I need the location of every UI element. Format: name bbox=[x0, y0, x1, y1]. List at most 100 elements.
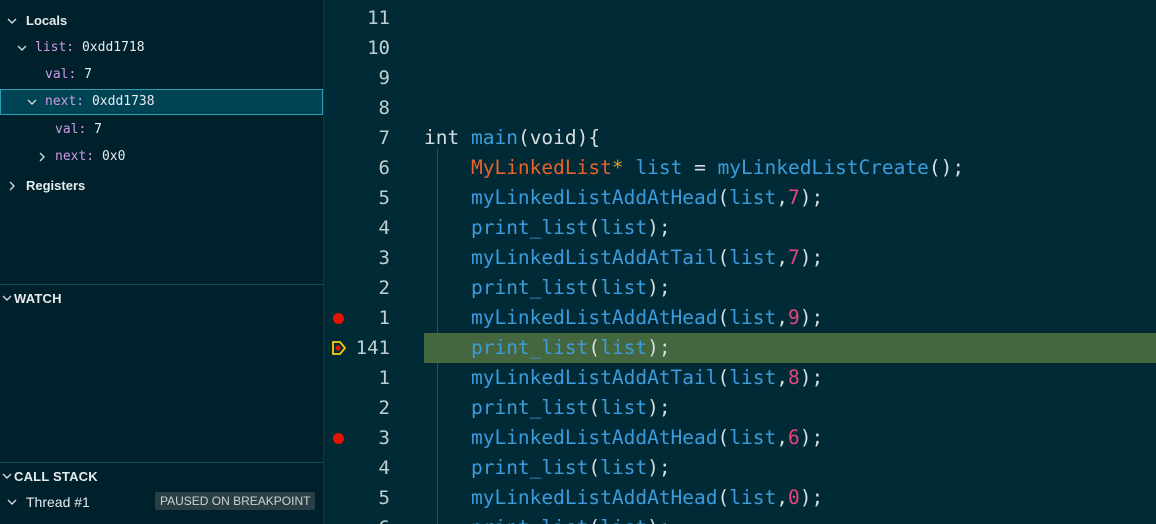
code-token: ); bbox=[799, 246, 824, 269]
code-token: myLinkedListAddAtHead bbox=[470, 306, 718, 329]
code-text[interactable]: myLinkedListAddAtHead(list,6); bbox=[424, 423, 823, 453]
line-number: 3 bbox=[378, 247, 390, 269]
code-text[interactable]: myLinkedListAddAtHead(list,0); bbox=[424, 483, 823, 513]
code-token: ); bbox=[647, 276, 671, 299]
watch-section-header[interactable]: WATCH bbox=[0, 284, 323, 310]
line-number: 6 bbox=[378, 157, 390, 179]
status-badge: PAUSED ON BREAKPOINT bbox=[155, 492, 316, 510]
code-token: print_list bbox=[470, 336, 589, 359]
code-token: list bbox=[600, 396, 648, 419]
variable-row-next-selected[interactable]: next: 0xdd1738 bbox=[0, 89, 323, 115]
code-line[interactable]: 6 print_list(list); bbox=[324, 513, 1156, 524]
code-token: ){ bbox=[576, 126, 601, 149]
code-token: list bbox=[729, 426, 777, 449]
code-token: ( bbox=[717, 246, 730, 269]
code-text[interactable]: MyLinkedList* list = myLinkedListCreate(… bbox=[424, 153, 964, 183]
line-number: 7 bbox=[378, 127, 390, 149]
code-token: print_list bbox=[471, 516, 588, 524]
variable-value: 0x0 bbox=[101, 149, 126, 164]
code-token: ); bbox=[647, 216, 671, 239]
code-line[interactable]: 3 myLinkedListAddAtHead(list,6); bbox=[324, 423, 1156, 453]
code-line[interactable]: 4 print_list(list); bbox=[324, 453, 1156, 483]
code-text[interactable]: int main(void){ bbox=[424, 123, 600, 153]
code-token: 0 bbox=[787, 486, 800, 509]
call-stack-section-header[interactable]: CALL STACK bbox=[0, 462, 323, 488]
code-line[interactable]: 7 int main(void){ bbox=[324, 123, 1156, 153]
code-line-current[interactable]: 141 print_list(list); bbox=[324, 333, 1156, 363]
code-line[interactable]: 10 bbox=[324, 33, 1156, 63]
code-token: = bbox=[682, 156, 718, 179]
code-token: ); bbox=[799, 366, 824, 389]
variable-value: 7 bbox=[94, 122, 102, 137]
code-text[interactable]: myLinkedListAddAtHead(list,7); bbox=[424, 183, 823, 213]
line-number: 1 bbox=[378, 307, 390, 329]
code-line[interactable]: 5 myLinkedListAddAtHead(list,0); bbox=[324, 483, 1156, 513]
code-line[interactable]: 2 print_list(list); bbox=[324, 393, 1156, 423]
code-token: ); bbox=[799, 186, 824, 209]
code-token: ( bbox=[717, 366, 730, 389]
debug-sidebar: Locals list: 0xdd1718 val: 7 next: 0xdd1… bbox=[0, 0, 323, 524]
code-token: list bbox=[635, 156, 683, 179]
variable-name: val: bbox=[55, 122, 87, 137]
code-token: , bbox=[776, 366, 788, 389]
code-token: 7 bbox=[787, 186, 800, 209]
line-number: 8 bbox=[378, 97, 390, 119]
thread-row[interactable]: Thread #1 PAUSED ON BREAKPOINT bbox=[0, 489, 323, 515]
code-line[interactable]: 5 myLinkedListAddAtHead(list,7); bbox=[324, 183, 1156, 213]
code-text[interactable]: myLinkedListAddAtTail(list,8); bbox=[424, 363, 823, 393]
code-line[interactable]: 2 print_list(list); bbox=[324, 273, 1156, 303]
code-text[interactable]: myLinkedListAddAtHead(list,9); bbox=[424, 303, 823, 333]
code-token: list bbox=[729, 306, 777, 329]
code-token: , bbox=[776, 246, 788, 269]
code-text[interactable]: print_list(list); bbox=[424, 333, 671, 363]
code-token: ( bbox=[517, 126, 530, 149]
line-number: 5 bbox=[378, 487, 390, 509]
code-token: ); bbox=[647, 456, 671, 479]
code-editor[interactable]: 11 10 9 8 7 int main(void){6 MyLinkedList* li… bbox=[324, 0, 1156, 524]
code-line[interactable]: 6 MyLinkedList* list = myLinkedListCreat… bbox=[324, 153, 1156, 183]
code-text[interactable]: print_list(list); bbox=[424, 393, 671, 423]
chevron-right-icon bbox=[39, 152, 45, 162]
code-line[interactable]: 1 myLinkedListAddAtHead(list,9); bbox=[324, 303, 1156, 333]
locals-scope-row[interactable]: Locals bbox=[0, 8, 323, 34]
code-text[interactable]: print_list(list); bbox=[424, 273, 671, 303]
variable-row-val[interactable]: val: 7 bbox=[0, 62, 323, 88]
registers-scope-row[interactable]: Registers bbox=[0, 173, 323, 199]
code-line[interactable]: 3 myLinkedListAddAtTail(list,7); bbox=[324, 243, 1156, 273]
code-token: list bbox=[600, 336, 648, 359]
code-text[interactable]: print_list(list); bbox=[424, 513, 671, 524]
code-token: list bbox=[729, 186, 777, 209]
variable-value: 7 bbox=[84, 67, 92, 82]
code-text[interactable]: print_list(list); bbox=[424, 213, 671, 243]
code-token: print_list bbox=[470, 276, 589, 299]
variable-row-list[interactable]: list: 0xdd1718 bbox=[0, 35, 323, 61]
code-token: ( bbox=[588, 276, 601, 299]
code-line[interactable]: 4 print_list(list); bbox=[324, 213, 1156, 243]
code-token: ( bbox=[588, 396, 601, 419]
variable-row-val[interactable]: val: 7 bbox=[0, 117, 323, 143]
code-line[interactable]: 11 bbox=[324, 3, 1156, 33]
code-line[interactable]: 9 bbox=[324, 63, 1156, 93]
code-token: list bbox=[600, 516, 647, 524]
code-token: print_list bbox=[470, 456, 589, 479]
code-token: list bbox=[729, 486, 777, 509]
line-number: 141 bbox=[355, 337, 390, 359]
code-token: 7 bbox=[787, 246, 800, 269]
code-text[interactable]: myLinkedListAddAtTail(list,7); bbox=[424, 243, 823, 273]
code-line[interactable]: 1 myLinkedListAddAtTail(list,8); bbox=[324, 363, 1156, 393]
variable-name: next: bbox=[45, 94, 85, 109]
code-text[interactable]: print_list(list); bbox=[424, 453, 671, 483]
code-token: myLinkedListAddAtHead bbox=[470, 426, 718, 449]
code-token: print_list bbox=[470, 216, 589, 239]
code-line[interactable]: 8 bbox=[324, 93, 1156, 123]
code-token: ( bbox=[588, 456, 601, 479]
variable-row-next[interactable]: next: 0x0 bbox=[0, 144, 323, 170]
chevron-down-icon bbox=[17, 45, 27, 51]
